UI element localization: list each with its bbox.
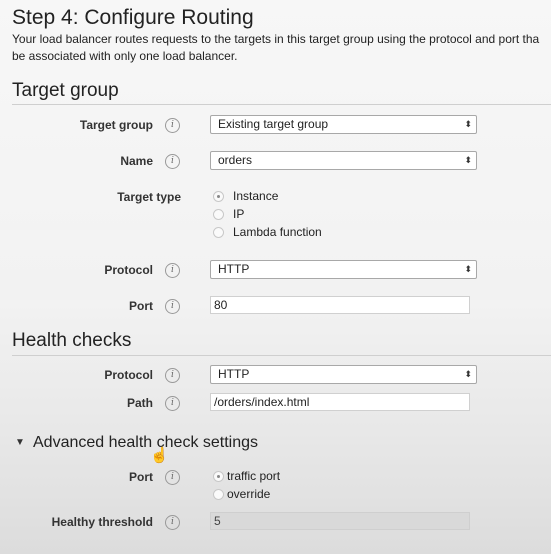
name-select[interactable]: orders ⬍ (210, 151, 477, 170)
health-path-label: Path (126, 396, 153, 410)
caret-down-icon[interactable]: ▼ (15, 437, 25, 448)
target-type-ip-radio[interactable] (213, 209, 224, 220)
hand-pointer-icon: ☝ (150, 447, 169, 464)
healthy-threshold-input[interactable]: 5 (210, 512, 470, 530)
target-type-ip-label: IP (233, 207, 245, 221)
select-arrows-icon: ⬍ (464, 119, 472, 129)
select-arrows-icon: ⬍ (464, 264, 472, 274)
page-intro: Your load balancer routes requests to th… (12, 31, 551, 65)
advanced-port-label: Port (129, 470, 153, 484)
protocol-select[interactable]: HTTP ⬍ (210, 260, 477, 279)
target-type-instance-label: Instance (233, 189, 279, 203)
port-override-label: override (227, 487, 271, 501)
health-protocol-label: Protocol (104, 368, 153, 382)
section-divider (12, 355, 551, 356)
protocol-label: Protocol (104, 263, 153, 277)
section-divider (12, 104, 551, 105)
page-title: Step 4: Configure Routing (12, 6, 254, 29)
info-icon[interactable]: i (165, 154, 180, 169)
intro-line-2: be associated with only one load balance… (12, 49, 238, 63)
port-input[interactable]: 80 (210, 296, 470, 314)
info-icon[interactable]: i (165, 368, 180, 383)
health-protocol-select[interactable]: HTTP ⬍ (210, 365, 477, 384)
info-icon[interactable]: i (165, 263, 180, 278)
target-type-lambda-radio[interactable] (213, 227, 224, 238)
target-group-select[interactable]: Existing target group ⬍ (210, 115, 477, 134)
advanced-settings-toggle[interactable]: Advanced health check settings (33, 434, 258, 452)
select-arrows-icon: ⬍ (464, 369, 472, 379)
target-type-instance-radio[interactable] (213, 191, 224, 202)
target-group-label: Target group (79, 118, 153, 132)
info-icon[interactable]: i (165, 118, 180, 133)
intro-line-1: Your load balancer routes requests to th… (12, 32, 540, 46)
info-icon[interactable]: i (165, 515, 180, 530)
target-type-label: Target type (117, 190, 181, 204)
info-icon[interactable]: i (165, 396, 180, 411)
port-traffic-port-radio[interactable] (213, 471, 224, 482)
healthy-threshold-label: Healthy threshold (51, 515, 153, 529)
port-traffic-port-label: traffic port (227, 469, 281, 483)
health-checks-heading: Health checks (12, 330, 132, 351)
info-icon[interactable]: i (165, 299, 180, 314)
target-type-lambda-label: Lambda function (233, 225, 322, 239)
port-label: Port (129, 299, 153, 313)
port-override-radio[interactable] (213, 489, 224, 500)
info-icon[interactable]: i (165, 470, 180, 485)
target-group-heading: Target group (12, 80, 119, 101)
health-path-input[interactable]: /orders/index.html (210, 393, 470, 411)
name-label: Name (120, 154, 153, 168)
select-arrows-icon: ⬍ (464, 155, 472, 165)
